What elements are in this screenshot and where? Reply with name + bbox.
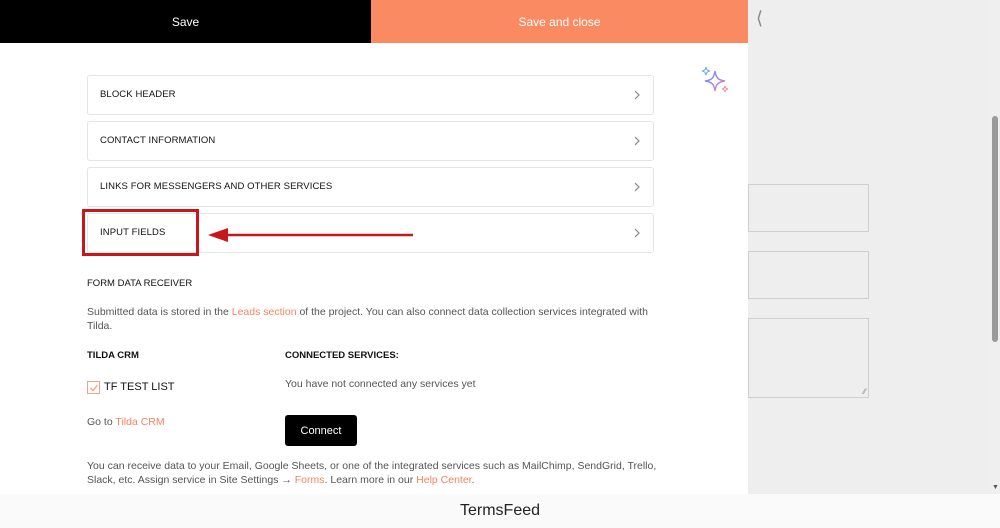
accordion-contact-information[interactable]: CONTACT INFORMATION [87,121,654,161]
leads-section-link[interactable]: Leads section [232,306,297,318]
highlight-annotation-box [82,209,199,256]
chevron-right-icon [634,182,640,192]
chevron-right-icon [634,90,640,100]
accordion-block-header[interactable]: BLOCK HEADER [87,75,654,115]
chevron-left-icon[interactable]: ⟨ [756,8,763,29]
watermark-footer: TermsFeed [0,494,1000,528]
form-receiver-description: Submitted data is stored in the Leads se… [87,305,657,333]
panel-toolbar: Save Save and close [0,0,748,43]
arrow-left-annotation-icon [208,228,413,242]
scrollbar-thumb[interactable] [992,116,998,342]
form-data-receiver-title: FORM DATA RECEIVER [87,278,193,289]
description-text: Submitted data is stored in the [87,306,232,318]
background-input-field [748,251,869,299]
editor-background [748,0,1000,494]
note-text: . Learn more in our [324,474,417,486]
checkbox-label: TF TEST LIST [104,381,175,393]
tf-test-list-checkbox[interactable] [87,381,100,394]
no-services-text: You have not connected any services yet [285,378,476,390]
chevron-right-icon [634,228,640,238]
goto-crm-text: Go to Tilda CRM [87,416,165,428]
goto-prefix: Go to [87,416,116,428]
block-settings-panel: Save Save and close BLOCK HEADER CONTACT… [0,0,748,494]
integrations-note: You can receive data to your Email, Goog… [87,459,657,487]
background-textarea: ∕∕ [748,318,869,398]
accordion-messenger-links[interactable]: LINKS FOR MESSENGERS AND OTHER SERVICES [87,167,654,207]
checkmark-icon [90,384,99,392]
tilda-crm-heading: TILDA CRM [87,350,139,361]
sparkle-icon[interactable] [700,66,730,96]
save-button[interactable]: Save [0,0,371,43]
note-text: . [471,474,475,486]
accordion-label: BLOCK HEADER [100,89,176,100]
save-and-close-button[interactable]: Save and close [371,0,748,43]
forms-link[interactable]: Forms [295,474,325,486]
connect-button[interactable]: Connect [285,415,357,446]
help-center-link[interactable]: Help Center [416,474,471,486]
scroll-down-arrow-icon[interactable]: ▼ [992,484,999,491]
background-input-field [748,184,869,232]
accordion-label: CONTACT INFORMATION [100,135,216,146]
accordion-label: LINKS FOR MESSENGERS AND OTHER SERVICES [100,181,333,192]
resize-grip-icon: ∕∕ [863,387,866,396]
chevron-right-icon [634,136,640,146]
connected-services-heading: CONNECTED SERVICES: [285,350,399,361]
tilda-crm-link[interactable]: Tilda CRM [115,416,164,428]
